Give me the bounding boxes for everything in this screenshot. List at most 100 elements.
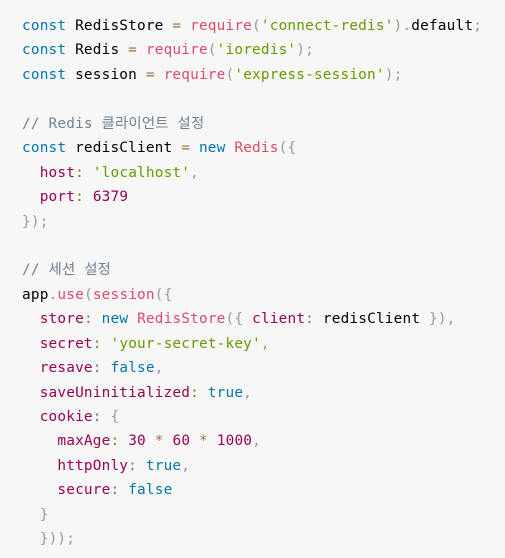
code-line: const session = require('express-session… [22, 63, 505, 87]
code-line: const Redis = require('ioredis'); [22, 38, 505, 62]
operator-token: : [110, 482, 120, 499]
code-line: maxAge: 30 * 60 * 1000, [22, 429, 505, 453]
code-line: port: 6379 [22, 185, 505, 209]
number-token: 6379 [92, 189, 129, 206]
operator-token: : [305, 311, 315, 328]
operator-token: * [154, 433, 164, 450]
property-token: saveUninitialized [39, 384, 191, 401]
punctuation-token: ( [154, 286, 164, 303]
string-token: 'express-session' [234, 66, 385, 83]
function-token: use [57, 286, 84, 303]
property-token: host [39, 164, 76, 181]
operator-token: * [199, 433, 208, 450]
number-token: 1000 [216, 433, 253, 450]
number-token: 30 [128, 433, 146, 450]
operator-token: : [92, 360, 102, 377]
punctuation-token: { [234, 311, 244, 328]
property-token: cookie [39, 409, 93, 425]
punctuation-token: , [154, 360, 164, 377]
keyword-token: const [22, 42, 67, 59]
punctuation-token: ; [39, 213, 49, 230]
number-token: 60 [172, 433, 191, 450]
code-block[interactable]: const RedisStore = require('connect-redi… [0, 0, 505, 558]
string-token: 'localhost' [92, 164, 191, 181]
property-token: client [252, 311, 306, 328]
code-line: resave: false, [22, 356, 505, 380]
punctuation-token: ; [305, 42, 314, 59]
code-text: app [22, 286, 49, 303]
code-text: RedisStore [66, 18, 173, 34]
string-token: 'ioredis' [216, 42, 297, 59]
keyword-token: false [110, 360, 155, 377]
function-token: RedisStore [137, 311, 226, 328]
code-text: session [66, 66, 146, 83]
punctuation-token: { [163, 286, 173, 303]
operator-token: = [128, 42, 138, 59]
code-text: default [411, 18, 474, 34]
operator-token: : [75, 189, 84, 206]
punctuation-token: ; [393, 66, 403, 83]
punctuation-token: ( [207, 42, 217, 59]
code-text: redisClient [66, 140, 182, 157]
function-token: require [190, 18, 253, 34]
property-token: secure [57, 482, 111, 499]
code-text: redisClient [314, 311, 430, 328]
punctuation-token: ) [384, 66, 394, 83]
code-line: // 세션 설정 [22, 258, 505, 282]
keyword-token: const [22, 66, 67, 83]
code-line: })); [22, 527, 505, 551]
keyword-token: true [145, 457, 182, 474]
operator-token: : [75, 164, 84, 181]
punctuation-token: , [181, 457, 191, 474]
code-line: }); [22, 210, 505, 234]
punctuation-token: } [39, 506, 49, 523]
code-line: httpOnly: true, [22, 454, 505, 478]
operator-token: = [172, 18, 182, 34]
punctuation-token: ( [252, 18, 261, 34]
operator-token: : [128, 457, 138, 474]
operator-token: : [110, 433, 120, 450]
punctuation-token: ( [83, 286, 93, 303]
punctuation-token: { [287, 140, 297, 157]
punctuation-token: , [446, 311, 456, 328]
code-line: secret: 'your-secret-key', [22, 332, 505, 356]
property-token: maxAge [57, 433, 111, 450]
keyword-token: const [22, 140, 67, 157]
function-token: require [145, 42, 208, 59]
punctuation-token: } [22, 213, 31, 230]
punctuation-token: ) [437, 311, 447, 328]
code-line: } [22, 503, 505, 527]
operator-token: = [145, 66, 155, 83]
property-token: httpOnly [57, 457, 129, 474]
punctuation-token: { [110, 409, 120, 425]
punctuation-token: ) [57, 531, 67, 548]
keyword-token: new [101, 311, 129, 328]
comment-token: // Redis 클라이언트 설정 [22, 115, 205, 132]
punctuation-token: ; [66, 531, 76, 548]
function-token: session [92, 286, 155, 303]
punctuation-token: , [260, 335, 270, 352]
code-line: saveUninitialized: true, [22, 381, 505, 405]
punctuation-token: ) [296, 42, 306, 59]
punctuation-token: } [39, 531, 49, 548]
